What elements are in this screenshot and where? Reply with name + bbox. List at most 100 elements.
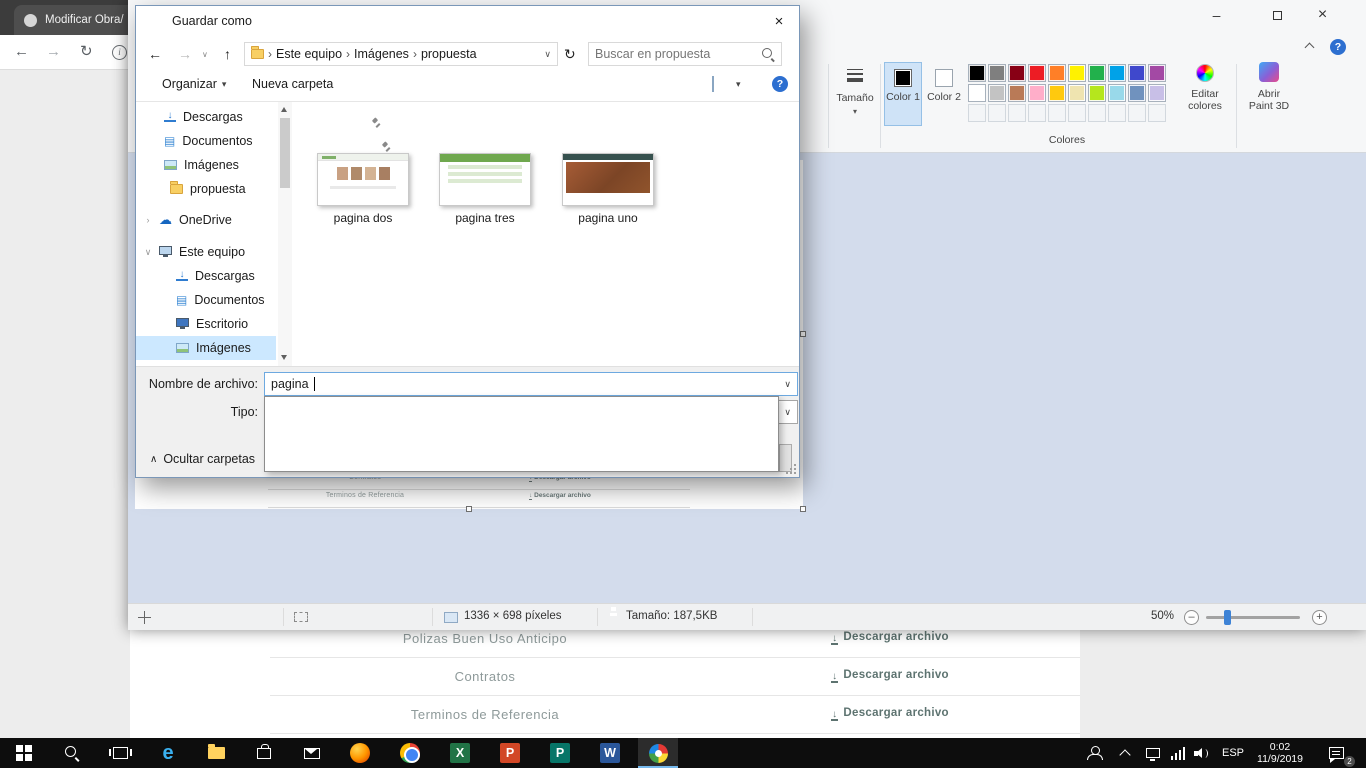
sidebar-item-propuesta[interactable]: propuesta bbox=[136, 177, 276, 201]
breadcrumb-segment[interactable]: Este equipo bbox=[276, 47, 342, 61]
sidebar-item-este-equipo[interactable]: ∨ Este equipo bbox=[136, 240, 276, 264]
taskbar-file-explorer[interactable] bbox=[196, 738, 236, 768]
palette-color-swatch[interactable] bbox=[1028, 84, 1046, 102]
dialog-close-button[interactable]: × bbox=[759, 6, 799, 36]
nav-back-icon[interactable]: ← bbox=[148, 46, 162, 62]
zoom-out-button[interactable]: – bbox=[1184, 610, 1199, 625]
color1-button[interactable]: Color 1 bbox=[884, 62, 922, 126]
palette-color-swatch[interactable] bbox=[1008, 84, 1026, 102]
action-center-button[interactable]: 2 bbox=[1316, 738, 1356, 768]
breadcrumb-segment[interactable]: propuesta bbox=[421, 47, 477, 61]
sidebar-item-documentos[interactable]: Documentos bbox=[136, 129, 276, 153]
breadcrumb-segment[interactable]: Imágenes bbox=[354, 47, 409, 61]
search-box[interactable]: Buscar en propuesta bbox=[588, 42, 782, 66]
canvas-resize-handle[interactable] bbox=[800, 331, 806, 337]
palette-color-swatch[interactable] bbox=[1108, 64, 1126, 82]
volume-tray-icon[interactable] bbox=[1188, 738, 1216, 768]
sidebar-item-escritorio[interactable]: Escritorio bbox=[136, 312, 276, 336]
palette-empty-slot[interactable] bbox=[1108, 104, 1126, 122]
refresh-icon[interactable]: ↻ bbox=[564, 46, 576, 62]
palette-empty-slot[interactable] bbox=[968, 104, 986, 122]
taskbar-search-button[interactable] bbox=[52, 738, 92, 768]
browser-back-icon[interactable]: ← bbox=[14, 42, 29, 62]
palette-color-swatch[interactable] bbox=[1048, 64, 1066, 82]
canvas-resize-handle[interactable] bbox=[800, 506, 806, 512]
palette-empty-slot[interactable] bbox=[1128, 104, 1146, 122]
file-item[interactable]: pagina dos bbox=[311, 153, 415, 225]
nav-up-icon[interactable]: ↑ bbox=[224, 46, 231, 62]
recent-locations-chevron-icon[interactable]: ∨ bbox=[202, 50, 208, 59]
palette-empty-slot[interactable] bbox=[1048, 104, 1066, 122]
browser-refresh-icon[interactable]: ↻ bbox=[80, 42, 93, 62]
new-folder-button[interactable]: Nueva carpeta bbox=[252, 72, 333, 96]
taskbar-paint-active[interactable] bbox=[638, 738, 678, 768]
palette-empty-slot[interactable] bbox=[1028, 104, 1046, 122]
page-info-icon[interactable]: i bbox=[112, 45, 127, 60]
zoom-slider-track[interactable] bbox=[1206, 616, 1300, 619]
taskbar-excel[interactable]: X bbox=[440, 738, 480, 768]
dialog-help-icon[interactable]: ? bbox=[772, 76, 788, 92]
maximize-button[interactable] bbox=[1255, 0, 1300, 30]
clock[interactable]: 0:0211/9/2019 bbox=[1248, 738, 1312, 768]
taskbar-word[interactable]: W bbox=[590, 738, 630, 768]
dialog-resize-grip[interactable] bbox=[786, 464, 798, 476]
download-link[interactable]: Descargar archivo bbox=[790, 669, 990, 683]
palette-color-swatch[interactable] bbox=[968, 84, 986, 102]
palette-color-swatch[interactable] bbox=[1128, 64, 1146, 82]
sidebar-item-descargas[interactable]: Descargas bbox=[136, 105, 276, 129]
close-button[interactable]: × bbox=[1300, 0, 1345, 30]
palette-color-swatch[interactable] bbox=[1148, 64, 1166, 82]
palette-color-swatch[interactable] bbox=[1108, 84, 1126, 102]
palette-color-swatch[interactable] bbox=[968, 64, 986, 82]
view-mode-caret-icon[interactable]: ▾ bbox=[736, 79, 741, 90]
paint-help-icon[interactable]: ? bbox=[1330, 39, 1346, 55]
zoom-in-button[interactable]: + bbox=[1312, 610, 1327, 625]
size-button[interactable]: Tamaño ▾ bbox=[832, 66, 878, 116]
browser-forward-icon[interactable]: → bbox=[46, 42, 61, 62]
taskbar-chrome[interactable] bbox=[390, 738, 430, 768]
palette-color-swatch[interactable] bbox=[1068, 64, 1086, 82]
palette-color-swatch[interactable] bbox=[1068, 84, 1086, 102]
sidebar-scrollbar[interactable] bbox=[278, 102, 292, 366]
open-paint3d-button[interactable]: Abrir Paint 3D bbox=[1240, 62, 1298, 112]
scroll-down-icon[interactable] bbox=[281, 355, 287, 360]
sidebar-item-imagenes[interactable]: Imágenes bbox=[136, 153, 276, 177]
palette-empty-slot[interactable] bbox=[1088, 104, 1106, 122]
address-dropdown-chevron-icon[interactable]: ∨ bbox=[544, 49, 551, 60]
filename-suggestions-dropdown[interactable] bbox=[264, 396, 779, 472]
palette-color-swatch[interactable] bbox=[1088, 84, 1106, 102]
color2-button[interactable]: Color 2 bbox=[926, 62, 962, 126]
palette-color-swatch[interactable] bbox=[988, 84, 1006, 102]
task-view-button[interactable] bbox=[100, 738, 140, 768]
scrollbar-thumb[interactable] bbox=[280, 118, 290, 188]
sidebar-item-imagenes-selected[interactable]: Imágenes bbox=[136, 336, 276, 360]
palette-empty-slot[interactable] bbox=[1148, 104, 1166, 122]
start-button[interactable] bbox=[4, 738, 44, 768]
view-mode-icon[interactable] bbox=[712, 76, 714, 92]
minimize-button[interactable]: – bbox=[1194, 0, 1239, 30]
show-hidden-icons-button[interactable] bbox=[1108, 738, 1142, 768]
palette-empty-slot[interactable] bbox=[1068, 104, 1086, 122]
palette-color-swatch[interactable] bbox=[1008, 64, 1026, 82]
palette-color-swatch[interactable] bbox=[1048, 84, 1066, 102]
palette-color-swatch[interactable] bbox=[1128, 84, 1146, 102]
taskbar-mail[interactable] bbox=[292, 738, 332, 768]
taskbar-store[interactable] bbox=[244, 738, 284, 768]
language-indicator[interactable]: ESP bbox=[1216, 738, 1250, 768]
filename-input[interactable]: pagina ∨ bbox=[264, 372, 798, 396]
palette-empty-slot[interactable] bbox=[988, 104, 1006, 122]
palette-empty-slot[interactable] bbox=[1008, 104, 1026, 122]
palette-color-swatch[interactable] bbox=[1028, 64, 1046, 82]
download-link[interactable]: Descargar archivo bbox=[790, 707, 990, 721]
palette-color-swatch[interactable] bbox=[1088, 64, 1106, 82]
zoom-slider-thumb[interactable] bbox=[1224, 610, 1231, 625]
file-item[interactable]: pagina uno bbox=[556, 153, 660, 225]
taskbar-powerpoint[interactable]: P bbox=[490, 738, 530, 768]
scroll-up-icon[interactable] bbox=[281, 107, 287, 112]
sidebar-item-descargas-child[interactable]: Descargas bbox=[136, 264, 276, 288]
sidebar-item-documentos-child[interactable]: Documentos bbox=[136, 288, 276, 312]
filename-dropdown-chevron-icon[interactable]: ∨ bbox=[784, 379, 791, 390]
canvas-resize-handle[interactable] bbox=[466, 506, 472, 512]
hide-folders-button[interactable]: ∧ Ocultar carpetas bbox=[150, 446, 255, 472]
download-link[interactable]: Descargar archivo bbox=[790, 631, 990, 645]
